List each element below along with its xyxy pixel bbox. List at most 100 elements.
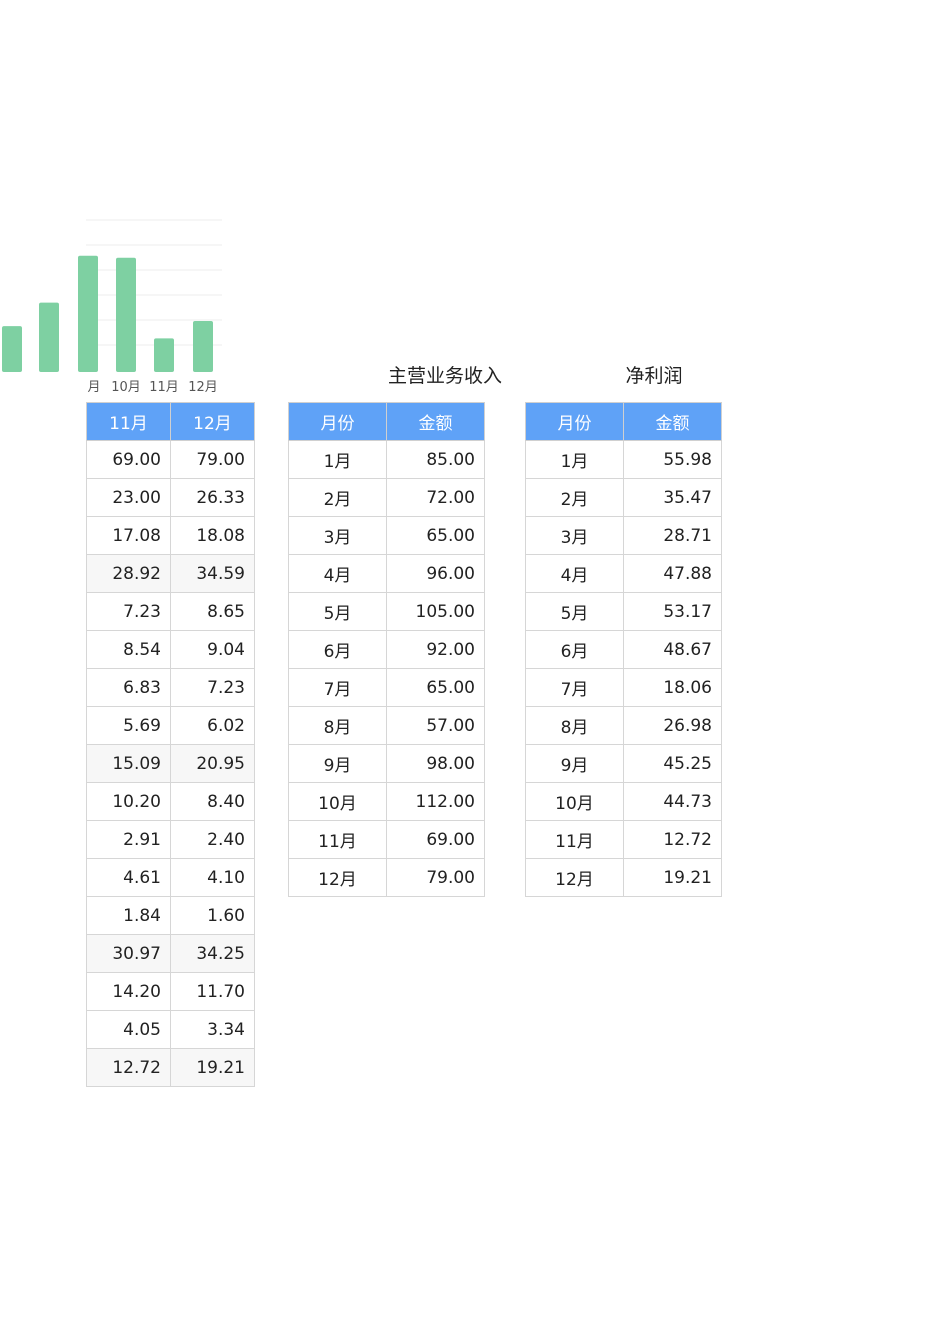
table-row: 1月 85.00 bbox=[288, 440, 485, 479]
table-header-row: 月份 金额 bbox=[288, 402, 485, 441]
table-cell: 12月 bbox=[525, 858, 624, 897]
table-row: 2月 35.47 bbox=[525, 478, 722, 517]
table-cell: 23.00 bbox=[86, 478, 171, 517]
table-cell: 17.08 bbox=[86, 516, 171, 555]
table-cell: 1.60 bbox=[170, 896, 255, 935]
table-cell: 1月 bbox=[525, 440, 624, 479]
table-cell: 98.00 bbox=[386, 744, 485, 783]
table-cell: 72.00 bbox=[386, 478, 485, 517]
table-row: 8月 57.00 bbox=[288, 706, 485, 745]
table-cell: 26.33 bbox=[170, 478, 255, 517]
bar bbox=[39, 302, 59, 372]
table-cell: 8.65 bbox=[170, 592, 255, 631]
table-cell: 8月 bbox=[525, 706, 624, 745]
table-row: 12月 79.00 bbox=[288, 858, 485, 897]
table-cell: 28.92 bbox=[86, 554, 171, 593]
table-cell: 69.00 bbox=[86, 440, 171, 479]
chart-bars bbox=[2, 255, 213, 372]
monthly-detail-table: 11月 12月 69.00 79.00 23.00 26.33 17.08 18.08 28… bbox=[86, 402, 255, 1087]
table-row: 6.83 7.23 bbox=[86, 668, 255, 707]
table-cell: 44.73 bbox=[623, 782, 722, 821]
table-cell: 4.05 bbox=[86, 1010, 171, 1049]
bar bbox=[2, 326, 22, 372]
table-cell: 8.54 bbox=[86, 630, 171, 669]
table-row: 10月 44.73 bbox=[525, 782, 722, 821]
table-cell: 2.40 bbox=[170, 820, 255, 859]
table-cell: 105.00 bbox=[386, 592, 485, 631]
table-cell: 2月 bbox=[525, 478, 624, 517]
table-row: 11月 69.00 bbox=[288, 820, 485, 859]
column-header-dec: 12月 bbox=[170, 402, 255, 441]
profit-table: 月份 金额 1月 55.98 2月 35.47 3月 28.71 4月 47.88 5月 53.1… bbox=[525, 402, 722, 897]
table-row: 4.05 3.34 bbox=[86, 1010, 255, 1049]
table-row: 7月 65.00 bbox=[288, 668, 485, 707]
table-row: 30.97 34.25 bbox=[86, 934, 255, 973]
revenue-table: 月份 金额 1月 85.00 2月 72.00 3月 65.00 4月 96.00 5月 105.… bbox=[288, 402, 485, 897]
bar-chart: 月 10月 11月 12月 bbox=[2, 219, 222, 395]
table-cell: 7.23 bbox=[86, 592, 171, 631]
table-cell: 69.00 bbox=[386, 820, 485, 859]
table-cell: 11.70 bbox=[170, 972, 255, 1011]
x-tick-label: 12月 bbox=[188, 380, 218, 395]
x-tick-label: 月 bbox=[87, 380, 100, 395]
table-cell: 4月 bbox=[288, 554, 387, 593]
chart-x-labels: 月 10月 11月 12月 bbox=[87, 380, 217, 395]
table-cell: 79.00 bbox=[386, 858, 485, 897]
table-row: 9月 98.00 bbox=[288, 744, 485, 783]
table-cell: 4.10 bbox=[170, 858, 255, 897]
profit-title: 净利润 bbox=[625, 365, 683, 387]
table-cell: 7.23 bbox=[170, 668, 255, 707]
column-header-amount: 金额 bbox=[386, 402, 485, 441]
table-row: 4月 96.00 bbox=[288, 554, 485, 593]
table-cell: 10月 bbox=[288, 782, 387, 821]
table-row: 4月 47.88 bbox=[525, 554, 722, 593]
table-row: 1月 55.98 bbox=[525, 440, 722, 479]
table-row: 5.69 6.02 bbox=[86, 706, 255, 745]
table-cell: 18.06 bbox=[623, 668, 722, 707]
table-cell: 3月 bbox=[525, 516, 624, 555]
table-cell: 12.72 bbox=[86, 1048, 171, 1087]
table-cell: 11月 bbox=[288, 820, 387, 859]
table-header-row: 月份 金额 bbox=[525, 402, 722, 441]
table-cell: 55.98 bbox=[623, 440, 722, 479]
table-cell: 5月 bbox=[288, 592, 387, 631]
table-cell: 4月 bbox=[525, 554, 624, 593]
table-cell: 34.25 bbox=[170, 934, 255, 973]
table-cell: 3月 bbox=[288, 516, 387, 555]
table-row: 28.92 34.59 bbox=[86, 554, 255, 593]
table-cell: 19.21 bbox=[170, 1048, 255, 1087]
table-row: 17.08 18.08 bbox=[86, 516, 255, 555]
table-row: 8.54 9.04 bbox=[86, 630, 255, 669]
table-header-row: 11月 12月 bbox=[86, 402, 255, 441]
bar bbox=[154, 338, 174, 372]
table-cell: 28.71 bbox=[623, 516, 722, 555]
table-cell: 6.02 bbox=[170, 706, 255, 745]
table-cell: 19.21 bbox=[623, 858, 722, 897]
table-cell: 35.47 bbox=[623, 478, 722, 517]
table-cell: 2月 bbox=[288, 478, 387, 517]
table-row: 10月 112.00 bbox=[288, 782, 485, 821]
table-cell: 96.00 bbox=[386, 554, 485, 593]
table-cell: 34.59 bbox=[170, 554, 255, 593]
table-cell: 20.95 bbox=[170, 744, 255, 783]
table-cell: 30.97 bbox=[86, 934, 171, 973]
column-header-month: 月份 bbox=[288, 402, 387, 441]
table-cell: 3.34 bbox=[170, 1010, 255, 1049]
x-tick-label: 10月 bbox=[111, 380, 141, 395]
table-cell: 45.25 bbox=[623, 744, 722, 783]
table-cell: 112.00 bbox=[386, 782, 485, 821]
table-cell: 18.08 bbox=[170, 516, 255, 555]
table-row: 2月 72.00 bbox=[288, 478, 485, 517]
table-row: 14.20 11.70 bbox=[86, 972, 255, 1011]
table-cell: 5.69 bbox=[86, 706, 171, 745]
table-cell: 15.09 bbox=[86, 744, 171, 783]
column-header-month: 月份 bbox=[525, 402, 624, 441]
table-row: 9月 45.25 bbox=[525, 744, 722, 783]
table-cell: 14.20 bbox=[86, 972, 171, 1011]
table-row: 5月 53.17 bbox=[525, 592, 722, 631]
table-row: 15.09 20.95 bbox=[86, 744, 255, 783]
table-cell: 10.20 bbox=[86, 782, 171, 821]
table-row: 6月 92.00 bbox=[288, 630, 485, 669]
table-cell: 7月 bbox=[525, 668, 624, 707]
x-tick-label: 11月 bbox=[149, 380, 179, 395]
